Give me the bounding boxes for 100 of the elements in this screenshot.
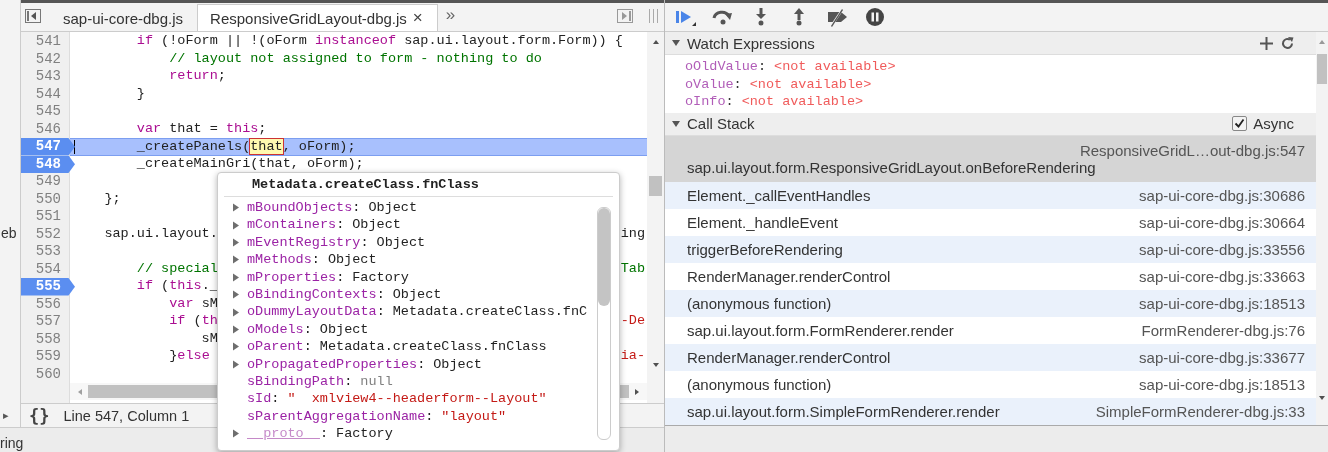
- expand-arrow[interactable]: ▸: [3, 409, 9, 422]
- object-property: sId: " xmlview4--headerform--Layout": [246, 390, 548, 408]
- code-line: };: [103, 190, 121, 208]
- object-property[interactable]: oPropagatedProperties: Object: [232, 355, 597, 373]
- section-header[interactable]: Call Stack Async: [665, 112, 1316, 136]
- line-number[interactable]: 545: [21, 103, 69, 121]
- object-property[interactable]: oBindingContexts: Object: [232, 285, 597, 304]
- frame-function: (anonymous function): [687, 294, 832, 312]
- line-number[interactable]: 544: [21, 85, 69, 103]
- object-property[interactable]: __proto__: Factory: [232, 425, 597, 443]
- line-number[interactable]: 549: [21, 173, 69, 191]
- frame-function: RenderManager.renderControl: [687, 348, 891, 366]
- popover-scrollbar[interactable]: [597, 207, 611, 440]
- code-line: if (th: [168, 313, 218, 330]
- code-line: _createMainGri(that, oForm);: [135, 155, 364, 173]
- object-property[interactable]: mProperties: Factory: [232, 268, 597, 286]
- popover-title: Metadata.createClass.fnClass: [224, 173, 613, 197]
- line-number[interactable]: 558: [21, 330, 69, 348]
- scroll-thumb[interactable]: [1317, 54, 1327, 84]
- line-number[interactable]: 552: [21, 225, 69, 243]
- code-line: sap.ui.layout.: [103, 225, 218, 243]
- frame-function: sap.ui.layout.form.SimpleFormRenderer.render: [687, 402, 1000, 420]
- more-tabs-button[interactable]: »: [445, 5, 456, 25]
- call-frame[interactable]: ResponsiveGridL…out-dbg.js:547 sap.ui.layout.form.ResponsiveGridLayout.onBeforeRendering: [665, 135, 1316, 182]
- code-line: // special: [135, 260, 218, 278]
- vertical-scrollbar[interactable]: [647, 32, 664, 403]
- code-line: }else: [168, 348, 210, 365]
- vertical-scrollbar[interactable]: [1316, 32, 1328, 425]
- frame-function: sap.ui.layout.form.ResponsiveGridLayout.onBeforeRendering: [687, 158, 1096, 176]
- call-frame[interactable]: Element._callEventHandles sap-ui-core-dbg.js:30686: [665, 181, 1316, 209]
- line-number[interactable]: 560: [21, 365, 69, 383]
- object-property[interactable]: mContainers: Object: [232, 216, 597, 234]
- frame-location: SimpleFormRenderer-dbg.js:33: [1095, 402, 1305, 420]
- scroll-down-arrow[interactable]: [1318, 394, 1326, 402]
- object-property[interactable]: oDummyLayoutData: Metadata.createClass.fnC: [232, 303, 597, 321]
- object-property[interactable]: oParent: Metadata.createClass.fnClass: [232, 338, 597, 356]
- frame-function: sap.ui.layout.form.FormRenderer.render: [687, 321, 954, 339]
- deactivate-breakpoints-icon[interactable]: [825, 7, 849, 27]
- call-frame[interactable]: sap.ui.layout.form.SimpleFormRenderer.render SimpleFormRenderer-dbg.js:33: [665, 397, 1316, 425]
- call-frame[interactable]: RenderManager.renderControl sap-ui-core-dbg.js:33677: [665, 343, 1316, 371]
- frame-location: sap-ui-core-dbg.js:33677: [1139, 348, 1305, 366]
- frame-function: (anonymous function): [687, 375, 832, 393]
- close-button[interactable]: ×: [412, 8, 423, 28]
- object-property[interactable]: mEventRegistry: Object: [232, 233, 597, 252]
- code-fragment: -De: [620, 313, 645, 330]
- watch-expression: oValue: <not available>: [685, 75, 873, 93]
- frame-location: sap-ui-core-dbg.js:33556: [1139, 240, 1305, 258]
- call-frame[interactable]: (anonymous function) sap-ui-core-dbg.js:18513: [665, 370, 1316, 398]
- line-number[interactable]: 550: [21, 190, 69, 208]
- object-property[interactable]: mMethods: Object: [232, 251, 597, 269]
- scroll-up-arrow[interactable]: [651, 38, 660, 46]
- drag-handle-icon[interactable]: [649, 9, 658, 23]
- code-fragment: ia-: [620, 348, 645, 365]
- object-property[interactable]: oModels: Object: [232, 320, 597, 339]
- code-line: return;: [168, 68, 226, 85]
- expand-triangle-icon[interactable]: [232, 429, 240, 439]
- code-line: sM: [200, 330, 218, 348]
- watch-expression: oInfo: <not available>: [685, 93, 865, 111]
- frame-function: Element._callEventHandles: [687, 186, 871, 204]
- sidebar-toggle-icon[interactable]: [617, 9, 633, 23]
- call-frame[interactable]: (anonymous function) sap-ui-core-dbg.js:18513: [665, 289, 1316, 317]
- call-frame[interactable]: sap.ui.layout.form.FormRenderer.render FormRenderer-dbg.js:76: [665, 316, 1316, 344]
- line-number[interactable]: 554: [21, 260, 69, 278]
- pause-on-exceptions-icon[interactable]: [863, 7, 887, 27]
- call-frame[interactable]: RenderManager.renderControl sap-ui-core-dbg.js:33663: [665, 262, 1316, 290]
- section-header[interactable]: Watch Expressions: [665, 32, 1316, 55]
- async-label: Async: [1253, 115, 1294, 132]
- sidebar-toggle-icon[interactable]: [25, 9, 41, 23]
- pretty-print-button[interactable]: {}: [29, 405, 50, 426]
- frame-location: ResponsiveGridL…out-dbg.js:547: [1079, 141, 1305, 159]
- frame-location: FormRenderer-dbg.js:76: [1141, 321, 1305, 339]
- frame-location: sap-ui-core-dbg.js:30664: [1139, 213, 1305, 231]
- frame-function: triggerBeforeRendering: [687, 240, 843, 258]
- line-number[interactable]: 546: [21, 120, 69, 138]
- add-icon[interactable]: [1260, 36, 1273, 50]
- object-property[interactable]: mBoundObjects: Object: [232, 199, 597, 217]
- object-property: sParentAggregationName: "layout": [246, 407, 508, 426]
- line-number[interactable]: 556: [21, 295, 69, 313]
- call-frame[interactable]: Element._handleEvent sap-ui-core-dbg.js:30664: [665, 208, 1316, 236]
- scroll-right-arrow[interactable]: [633, 387, 641, 396]
- line-number[interactable]: 553: [21, 243, 69, 261]
- cursor-position: Line 547, Column 1: [63, 407, 190, 424]
- line-number[interactable]: 543: [21, 68, 69, 86]
- object-property: sBindingPath: null: [246, 372, 394, 391]
- code-line: var sM: [168, 295, 218, 313]
- file-tab[interactable]: sap-ui-core-dbg.js: [51, 5, 198, 31]
- code-line: if (!oForm || !(oForm instanceof sap.ui.layout.form.Form)) {: [135, 33, 623, 50]
- scroll-down-arrow[interactable]: [651, 361, 660, 369]
- call-frame[interactable]: triggerBeforeRendering sap-ui-core-dbg.js:33556: [665, 235, 1316, 263]
- frame-function: Element._handleEvent: [687, 213, 838, 231]
- refresh-icon[interactable]: [1281, 36, 1294, 50]
- file-tab[interactable]: ResponsiveGridLayout-dbg.js ×: [197, 4, 438, 31]
- scroll-thumb[interactable]: [649, 176, 662, 196]
- async-checkbox[interactable]: [1232, 116, 1248, 131]
- frame-location: sap-ui-core-dbg.js:33663: [1139, 267, 1305, 285]
- frame-location: sap-ui-core-dbg.js:18513: [1139, 375, 1305, 393]
- line-number[interactable]: 559: [21, 348, 69, 366]
- code-fragment: ing: [620, 225, 645, 243]
- code-line: var that = this;: [135, 120, 267, 138]
- line-number[interactable]: 542: [21, 50, 69, 68]
